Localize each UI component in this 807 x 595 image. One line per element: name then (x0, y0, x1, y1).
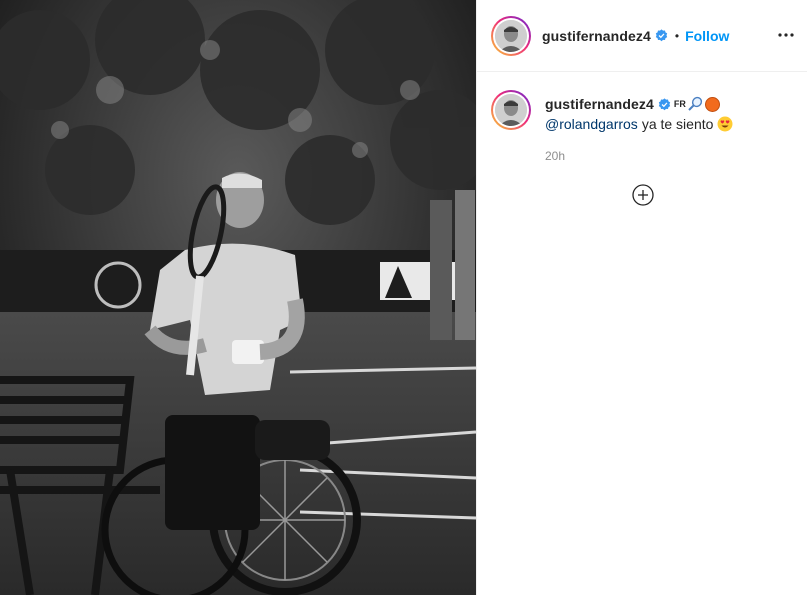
post-timestamp[interactable]: 20h (545, 149, 733, 163)
tennis-racket-emoji (688, 96, 702, 111)
load-more-comments-icon[interactable] (632, 184, 654, 206)
caption-comment: gustifernandez4 FR @rolandgarros ya te s… (491, 90, 733, 163)
mention-link[interactable]: @rolandgarros (545, 115, 638, 133)
more-options-icon[interactable] (777, 26, 795, 44)
bio-flair: FR (673, 99, 686, 109)
header-username[interactable]: gustifernandez4 (542, 28, 651, 44)
caption-text: ya te siento (641, 116, 714, 132)
post-header: gustifernandez4 • Follow (477, 0, 807, 72)
post-image (0, 0, 476, 595)
follow-button[interactable]: Follow (685, 28, 729, 44)
verified-badge-icon (658, 97, 671, 110)
header-separator: • (674, 28, 680, 43)
orange-ball-emoji (704, 96, 720, 112)
post-sidebar: gustifernandez4 • Follow gustifernandez4… (476, 0, 807, 595)
avatar[interactable] (491, 15, 531, 56)
heart-eyes-emoji (717, 116, 733, 132)
post-photo[interactable] (0, 0, 476, 595)
caption-username[interactable]: gustifernandez4 (545, 96, 654, 112)
verified-badge-icon (655, 29, 668, 42)
caption-avatar[interactable] (491, 90, 531, 130)
